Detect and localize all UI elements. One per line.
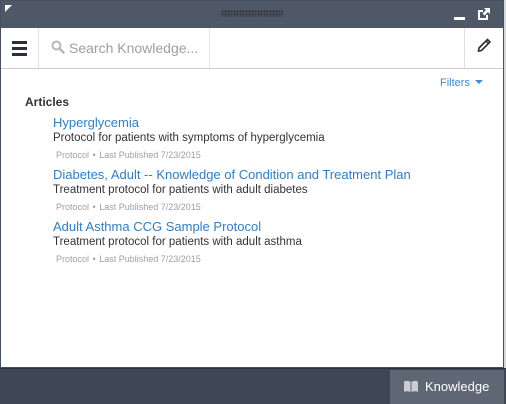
article-type: Protocol bbox=[56, 150, 90, 160]
article-type: Protocol bbox=[56, 254, 90, 264]
minimize-button[interactable] bbox=[450, 5, 470, 23]
article-published: Last Published 7/23/2015 bbox=[99, 254, 201, 264]
hamburger-icon-line bbox=[12, 47, 27, 50]
compose-button[interactable] bbox=[464, 28, 504, 68]
article-published: Last Published 7/23/2015 bbox=[99, 150, 201, 160]
drag-grip-icon[interactable] bbox=[221, 10, 283, 17]
article-meta: Protocol • Last Published 7/23/2015 bbox=[56, 201, 493, 213]
article-item: Hyperglycemia Protocol for patients with… bbox=[53, 115, 493, 167]
article-description: Treatment protocol for patients with adu… bbox=[53, 184, 308, 196]
search-box[interactable] bbox=[39, 28, 210, 68]
article-title-link[interactable]: Adult Asthma CCG Sample Protocol bbox=[53, 219, 493, 234]
search-input[interactable] bbox=[69, 38, 204, 58]
utility-bar: Knowledge bbox=[0, 368, 506, 404]
popout-button[interactable] bbox=[475, 5, 495, 23]
search-toolbar bbox=[1, 28, 503, 69]
article-item: Adult Asthma CCG Sample Protocol Treatme… bbox=[53, 219, 493, 271]
popout-icon bbox=[478, 8, 490, 20]
corner-indicator-icon bbox=[5, 5, 12, 12]
article-meta: Protocol • Last Published 7/23/2015 bbox=[56, 253, 493, 265]
book-icon bbox=[404, 380, 418, 392]
knowledge-window: Filters Articles Hyperglycemia Protocol … bbox=[0, 0, 504, 368]
search-icon bbox=[51, 40, 65, 54]
filters-label: Filters bbox=[440, 77, 470, 89]
meta-separator: • bbox=[92, 150, 96, 160]
meta-separator: • bbox=[92, 254, 96, 264]
window-titlebar[interactable] bbox=[1, 1, 503, 28]
hamburger-icon bbox=[12, 41, 27, 44]
knowledge-tab[interactable]: Knowledge bbox=[390, 370, 504, 404]
article-meta: Protocol • Last Published 7/23/2015 bbox=[56, 149, 493, 161]
article-type: Protocol bbox=[56, 202, 90, 212]
article-title-link[interactable]: Diabetes, Adult -- Knowledge of Conditio… bbox=[53, 167, 493, 182]
article-title-link[interactable]: Hyperglycemia bbox=[53, 115, 493, 130]
knowledge-tab-label: Knowledge bbox=[425, 379, 490, 394]
filters-dropdown[interactable]: Filters bbox=[440, 77, 483, 89]
articles-heading: Articles bbox=[25, 95, 70, 109]
meta-separator: • bbox=[92, 202, 96, 212]
article-description: Protocol for patients with symptoms of h… bbox=[53, 132, 325, 144]
article-published: Last Published 7/23/2015 bbox=[99, 202, 201, 212]
content-area: Filters Articles Hyperglycemia Protocol … bbox=[1, 69, 503, 367]
caret-down-icon bbox=[474, 80, 483, 84]
hamburger-icon-line bbox=[12, 53, 27, 56]
menu-button[interactable] bbox=[1, 28, 39, 68]
article-list: Hyperglycemia Protocol for patients with… bbox=[53, 115, 493, 271]
article-description: Treatment protocol for patients with adu… bbox=[53, 236, 302, 248]
pencil-icon bbox=[477, 38, 492, 52]
article-item: Diabetes, Adult -- Knowledge of Conditio… bbox=[53, 167, 493, 219]
